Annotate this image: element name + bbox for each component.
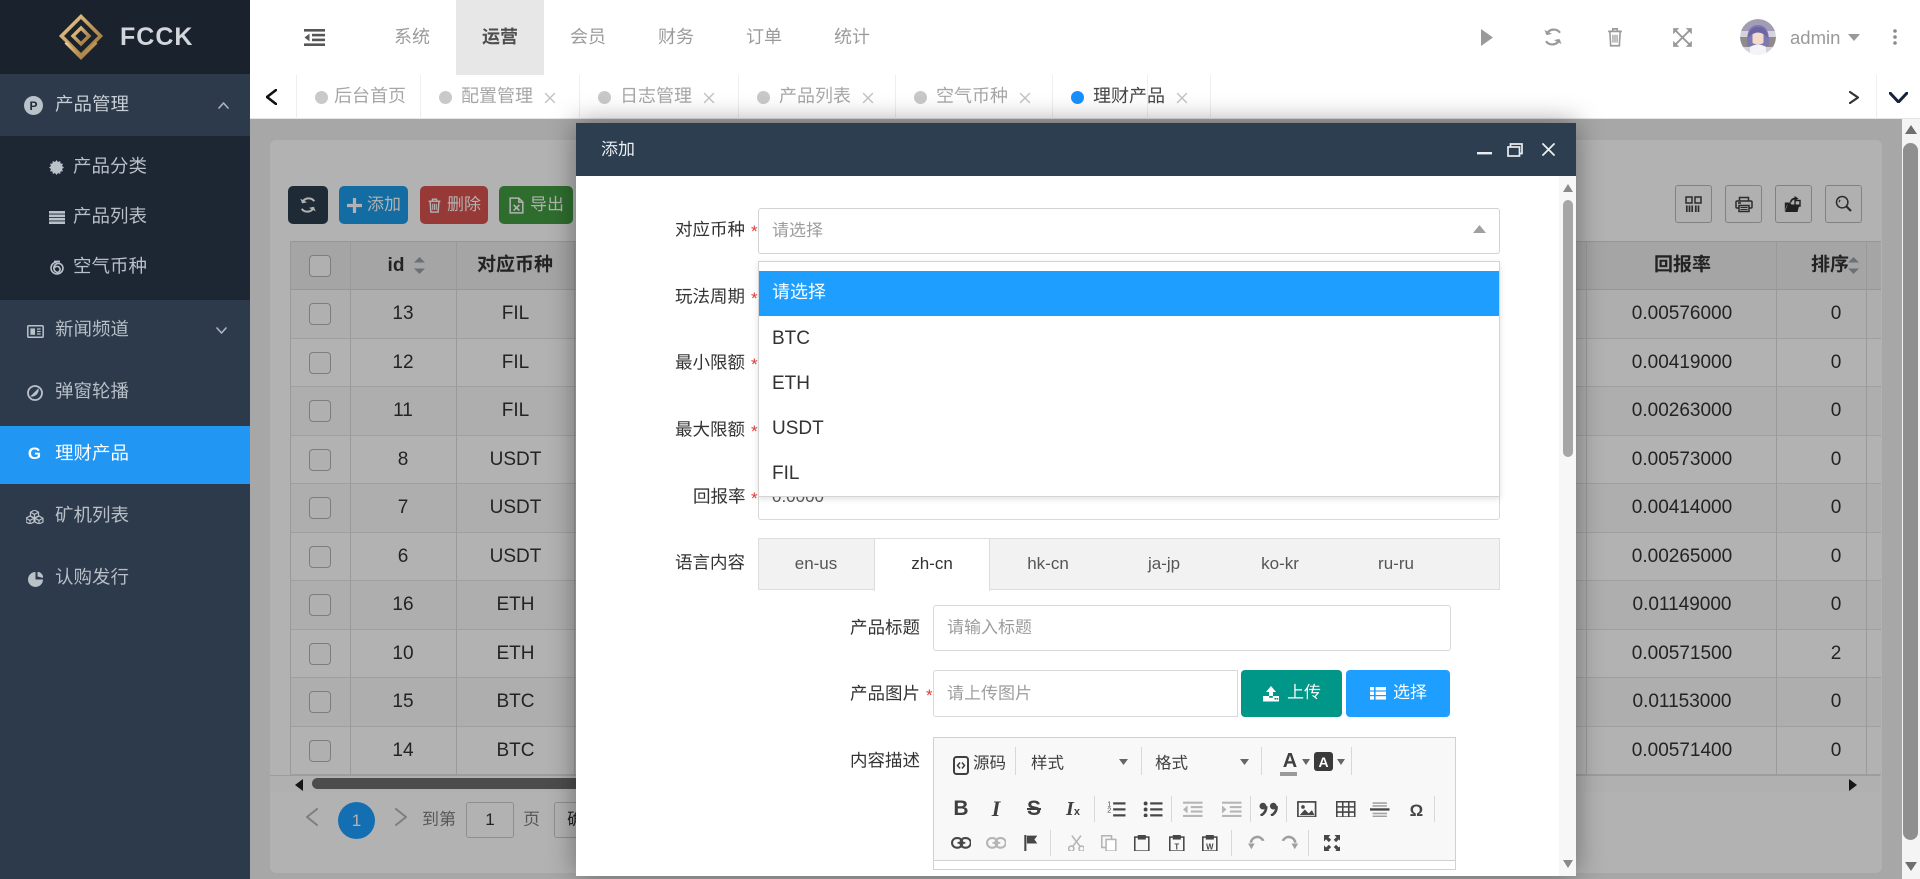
svg-text:P: P — [29, 99, 37, 113]
svg-text:W: W — [1206, 842, 1214, 851]
svg-text:T: T — [1175, 842, 1180, 851]
svg-text:Ω: Ω — [1409, 801, 1423, 818]
svg-text:2: 2 — [1108, 806, 1112, 814]
